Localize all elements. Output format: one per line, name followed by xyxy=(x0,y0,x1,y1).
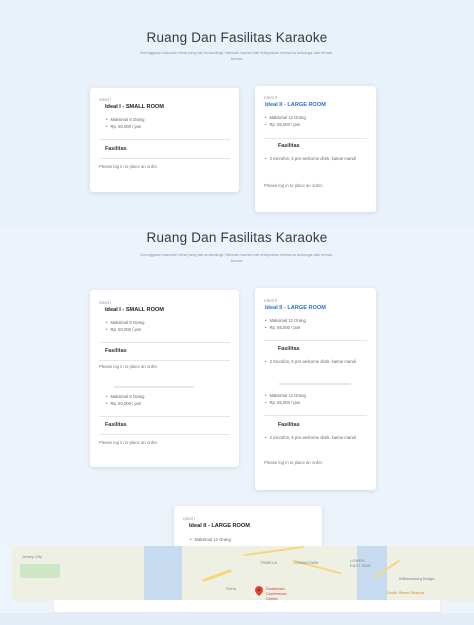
map-label-pin: Downtown Conference Center xyxy=(266,586,287,601)
room-capacity: Maksimal 6 Orang xyxy=(106,116,144,123)
facility-item: 4 microfon, 6 pcs welcome drink, kamar m… xyxy=(265,434,370,441)
map-label-tribeca: TRIBECA xyxy=(260,560,278,565)
map-label-seaport: South Street Seaport xyxy=(387,590,425,595)
room-image-small: Ideal I xyxy=(99,97,112,102)
divider xyxy=(99,434,230,435)
room-price: Rp. 65,000 / jam xyxy=(265,121,306,128)
map-label-lower-east: LOWER EAST SIDE xyxy=(350,558,371,568)
room-image: Ideal I xyxy=(183,516,196,521)
divider xyxy=(264,415,367,416)
footer-card xyxy=(54,600,440,612)
facility-item: 4 microfon, 6 pcs welcome drink, kamar m… xyxy=(265,155,370,162)
facilities-list: 4 microfon, 6 pcs welcome drink, kamar m… xyxy=(265,358,370,365)
room-details: Maksimal 12 Orang Rp. 65,000 / jam xyxy=(265,114,306,128)
divider xyxy=(99,416,230,417)
facilities-heading: Fasilitas xyxy=(278,422,300,428)
room-price: Rp. 50,000 / jam xyxy=(106,123,144,130)
divider xyxy=(99,139,230,140)
map-label-soho: SoHo xyxy=(226,586,237,591)
room-details: Maksimal 6 Orang Rp. 50,000 / jam xyxy=(106,319,144,333)
map-park xyxy=(20,564,60,578)
overlap-artifact xyxy=(279,383,351,385)
facilities-heading: Fasilitas xyxy=(278,143,300,149)
facilities-heading: Fasilitas xyxy=(105,348,127,354)
facilities-heading: Fasilitas xyxy=(278,346,300,352)
room-details: Maksimal 6 Orang Rp. 50,000 / jam xyxy=(106,116,144,130)
section-subtitle: Keunggulan karaoke Ideal yang tak tertan… xyxy=(140,50,334,61)
room-name: Ideal II - LARGE ROOM xyxy=(265,305,326,311)
room-price: Rp. 50,000 / jam xyxy=(106,326,144,333)
section-title: Ruang Dan Fasilitas Karaoke xyxy=(146,230,328,245)
divider xyxy=(99,158,230,159)
facilities-heading: Fasilitas xyxy=(105,146,127,152)
room-card-small: Ideal I Ideal I - SMALL ROOM Maksimal 6 … xyxy=(90,290,239,467)
map-label-williamsburg: Williamsburg Bridge xyxy=(399,576,435,581)
room-image-large: Ideal II xyxy=(264,95,278,100)
room-name: Ideal II - LARGE ROOM xyxy=(265,102,326,108)
room-capacity: Maksimal 12 Orang xyxy=(265,317,305,324)
room-image-large: Ideal II xyxy=(264,298,278,303)
room-name: Ideal I - SMALL ROOM xyxy=(105,307,164,313)
room-capacity: Maksimal 12 Orang xyxy=(190,536,230,543)
section-title: Ruang Dan Fasilitas Karaoke xyxy=(146,30,328,45)
divider xyxy=(264,340,367,341)
room-capacity: Maksimal 12 Orang xyxy=(265,114,305,121)
room-price: Rp. 65,000 / jam xyxy=(265,399,306,406)
facility-item: 4 microfon, 6 pcs welcome drink, kamar m… xyxy=(265,358,370,365)
room-price: Rp. 65,000 / jam xyxy=(265,324,306,331)
login-prompt: Please log in to place an order. xyxy=(264,460,324,465)
room-image-small: Ideal I xyxy=(99,300,112,305)
map-label-chinatown: CHINATOWN xyxy=(294,560,319,565)
login-prompt: Please log in to place an order. xyxy=(99,164,159,169)
room-capacity: Maksimal 6 Orang xyxy=(106,393,144,400)
map-pin-icon[interactable] xyxy=(255,586,263,596)
room-card-large: Ideal II Ideal II - LARGE ROOM Maksimal … xyxy=(255,86,376,212)
divider xyxy=(99,342,230,343)
login-prompt: Please log in to place an order. xyxy=(99,440,159,445)
map-label-jersey: Jersey City xyxy=(22,554,42,559)
divider xyxy=(99,360,230,361)
room-name: Ideal I - SMALL ROOM xyxy=(105,104,164,110)
room-card-small: Ideal I Ideal I - SMALL ROOM Maksimal 6 … xyxy=(90,88,239,192)
room-details: Maksimal 12 Orang xyxy=(190,536,230,543)
login-prompt: Please log in to place an order. xyxy=(264,183,324,188)
login-prompt: Please log in to place an order. xyxy=(99,364,159,369)
room-details: Maksimal 12 Orang Rp. 65,000 / jam xyxy=(265,317,306,331)
overlap-artifact xyxy=(114,386,194,388)
facilities-list: 4 microfon, 6 pcs welcome drink, kamar m… xyxy=(265,434,370,441)
room-name: Ideal II - LARGE ROOM xyxy=(189,523,250,529)
room-details: Maksimal 12 Orang Rp. 65,000 / jam xyxy=(265,392,306,406)
room-price: Rp. 50,000 / jam xyxy=(106,400,144,407)
room-capacity: Maksimal 6 Orang xyxy=(106,319,144,326)
location-map[interactable]: Jersey City TRIBECA CHINATOWN LOWER EAST… xyxy=(12,546,474,601)
footer-band xyxy=(0,613,474,625)
divider xyxy=(264,138,367,139)
section-subtitle: Keunggulan karaoke Ideal yang tak tertan… xyxy=(140,252,334,263)
room-capacity: Maksimal 12 Orang xyxy=(265,392,305,399)
room-card-large: Ideal II Ideal II - LARGE ROOM Maksimal … xyxy=(255,288,376,490)
facilities-list: 4 microfon, 6 pcs welcome drink, kamar m… xyxy=(265,155,370,162)
facilities-heading: Fasilitas xyxy=(105,422,127,428)
room-details: Maksimal 6 Orang Rp. 50,000 / jam xyxy=(106,393,144,407)
